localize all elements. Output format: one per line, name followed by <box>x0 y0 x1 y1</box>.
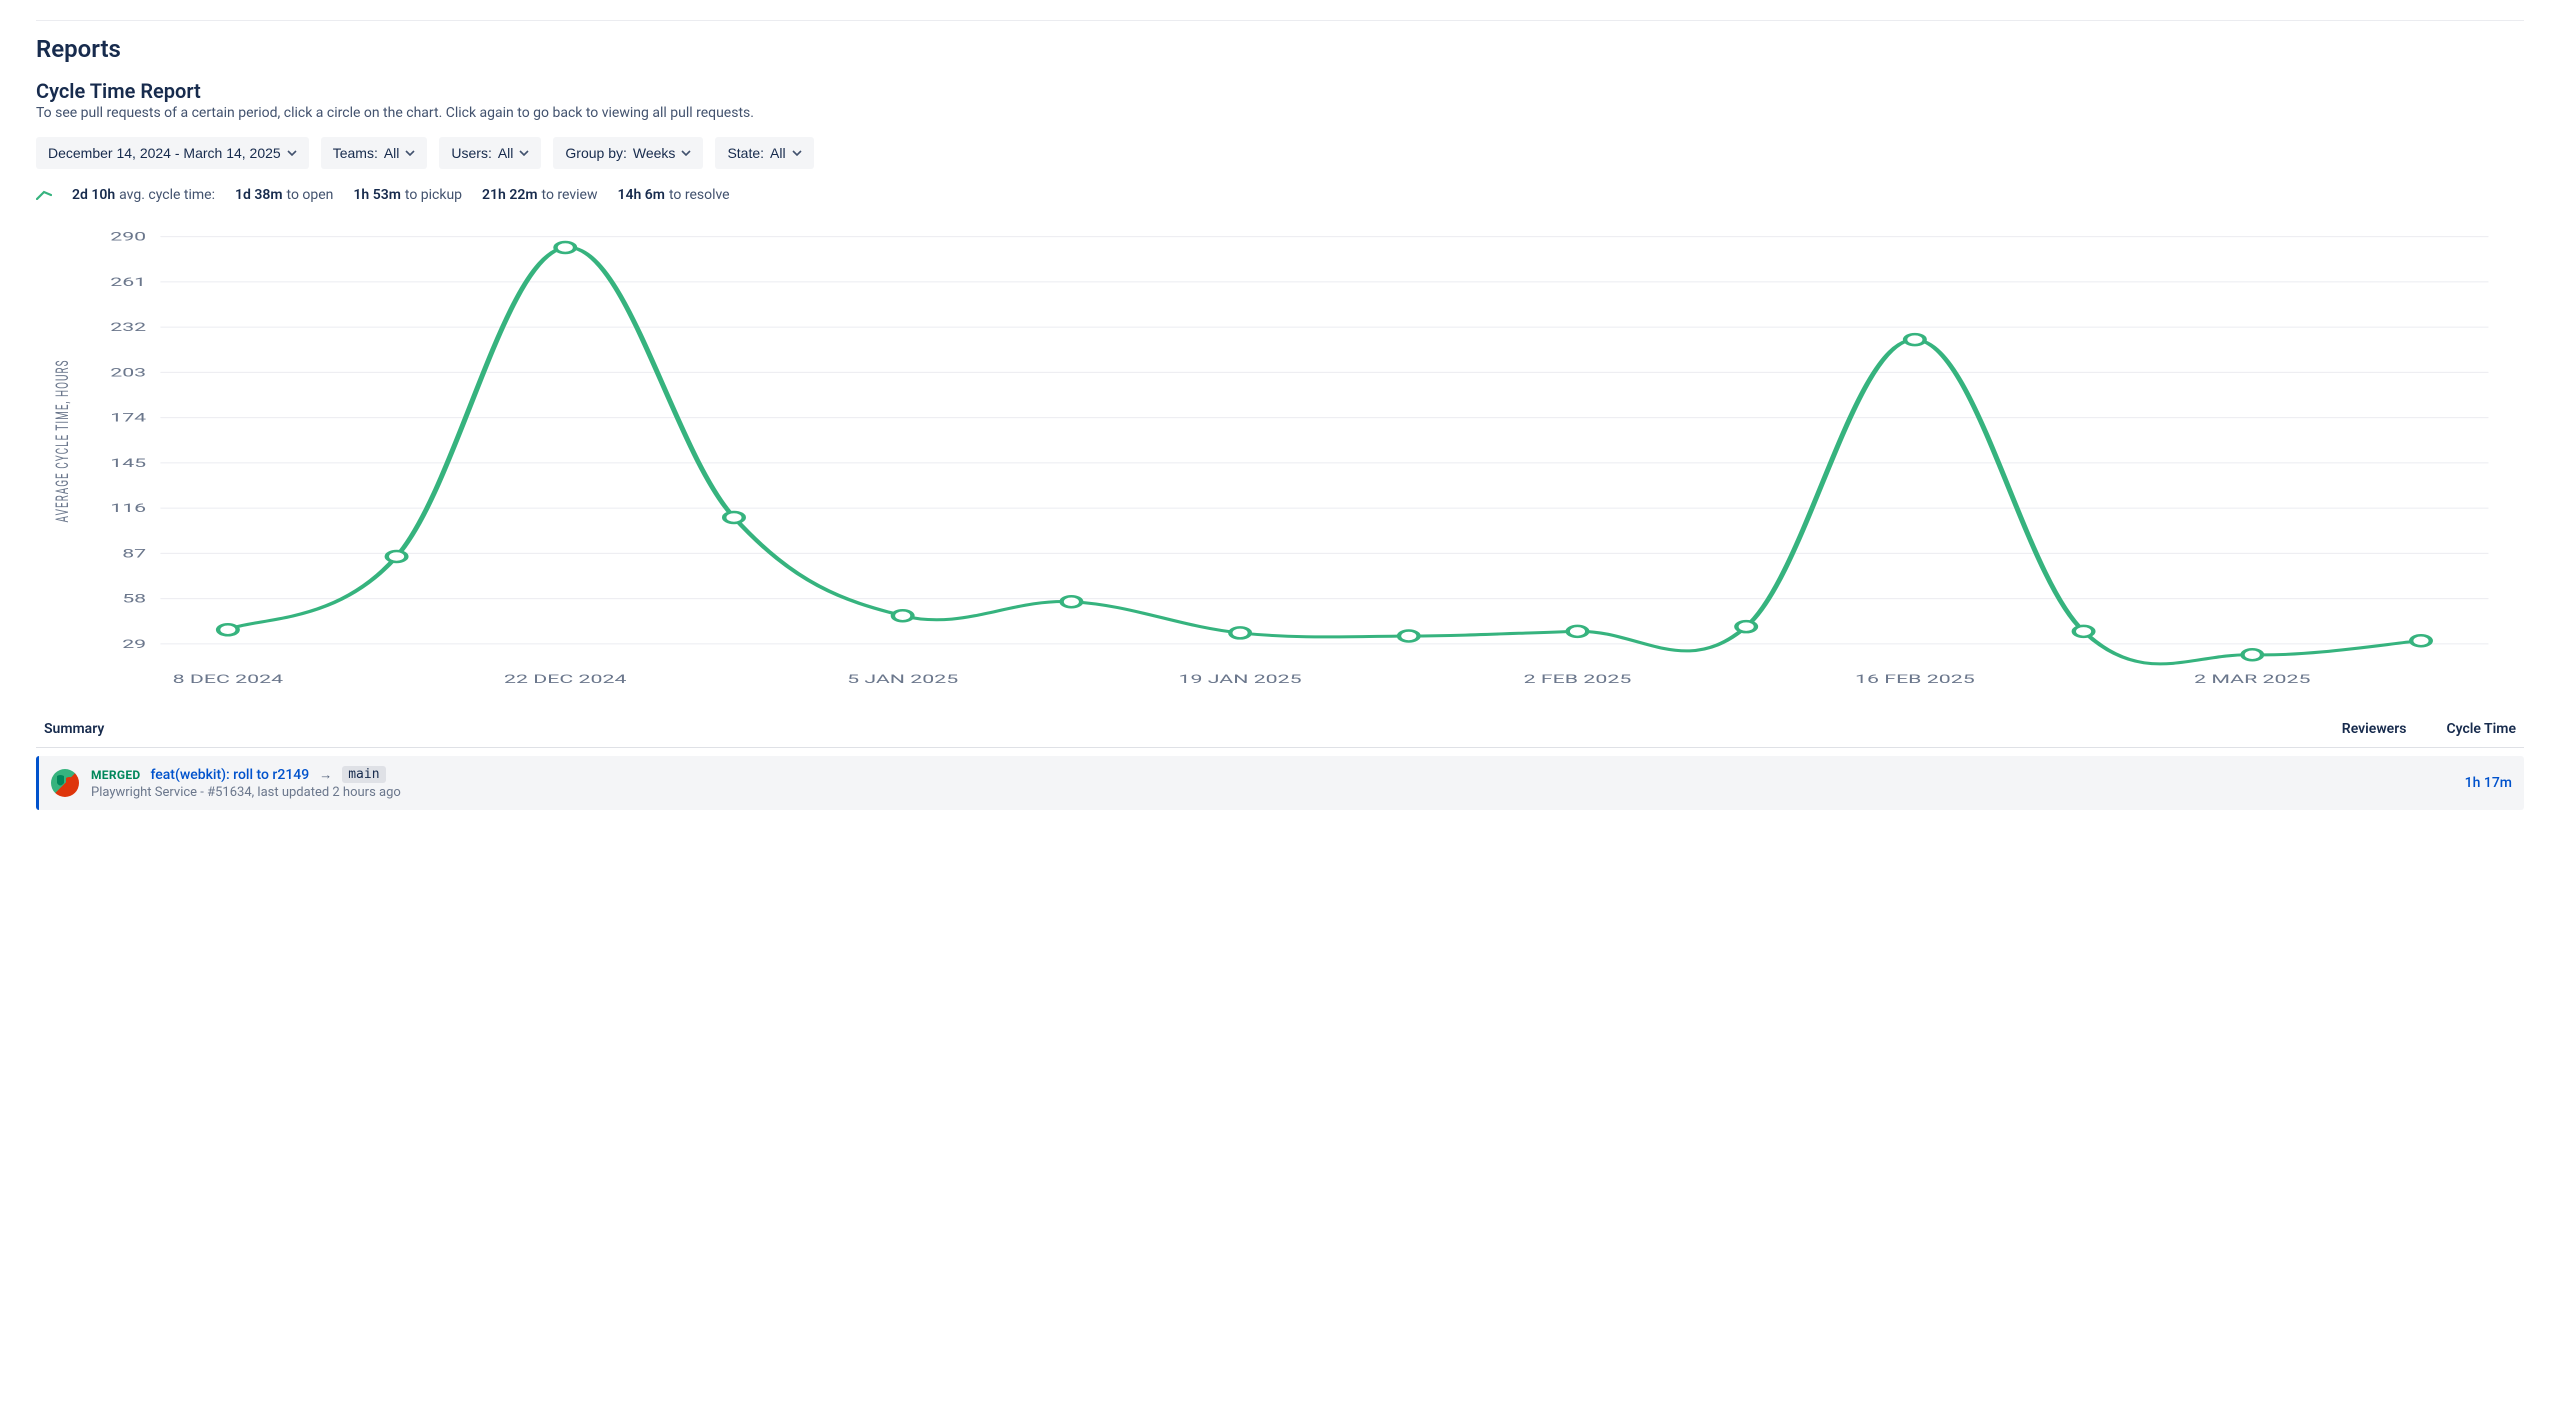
svg-text:58: 58 <box>122 592 146 606</box>
stat-review-value: 21h 22m <box>482 187 537 203</box>
svg-text:22 DEC 2024: 22 DEC 2024 <box>504 673 627 687</box>
report-subtitle: To see pull requests of a certain period… <box>36 105 2524 121</box>
date-range-value: December 14, 2024 - March 14, 2025 <box>48 145 281 161</box>
svg-text:8 DEC 2024: 8 DEC 2024 <box>173 673 284 687</box>
stat-open-label: to open <box>287 187 334 203</box>
teams-filter[interactable]: Teams: All <box>321 137 428 169</box>
teams-value: All <box>384 145 400 161</box>
users-label: Users: <box>451 145 491 161</box>
pr-title-link[interactable]: feat(webkit): roll to r2149 <box>150 767 309 783</box>
state-label: State: <box>727 145 764 161</box>
stat-avg-label: avg. cycle time: <box>119 187 215 203</box>
trend-up-icon <box>36 190 52 200</box>
col-cycle-time: Cycle Time <box>2446 721 2516 737</box>
teams-label: Teams: <box>333 145 378 161</box>
status-badge: MERGED <box>91 768 140 782</box>
chart-data-point[interactable] <box>1905 334 1925 345</box>
svg-text:29: 29 <box>122 637 146 651</box>
chevron-down-icon <box>405 150 415 156</box>
branch-chip: main <box>342 766 385 783</box>
svg-text:261: 261 <box>110 275 146 289</box>
stat-pickup: 1h 53m to pickup <box>353 187 462 203</box>
stats-row: 2d 10h avg. cycle time: 1d 38m to open 1… <box>36 187 2524 203</box>
stat-pickup-label: to pickup <box>405 187 462 203</box>
chart-data-point[interactable] <box>1230 627 1250 638</box>
svg-text:2 MAR 2025: 2 MAR 2025 <box>2194 673 2311 687</box>
stat-resolve-value: 14h 6m <box>617 187 664 203</box>
chevron-down-icon <box>792 150 802 156</box>
users-value: All <box>498 145 514 161</box>
date-range-filter[interactable]: December 14, 2024 - March 14, 2025 <box>36 137 309 169</box>
chart-data-point[interactable] <box>2411 635 2431 646</box>
svg-text:290: 290 <box>110 230 146 244</box>
chart-data-point[interactable] <box>2074 626 2094 637</box>
chevron-down-icon <box>681 150 691 156</box>
arrow-right-icon: → <box>319 767 332 783</box>
svg-text:203: 203 <box>110 366 146 380</box>
stat-avg-value: 2d 10h <box>72 187 115 203</box>
table-header: Summary Reviewers Cycle Time <box>36 711 2524 748</box>
group-by-filter[interactable]: Group by: Weeks <box>553 137 703 169</box>
stat-pickup-value: 1h 53m <box>353 187 400 203</box>
report-title: Cycle Time Report <box>36 79 2524 103</box>
page-title: Reports <box>36 35 2524 63</box>
cycle-time-cell: 1h 17m <box>2442 775 2512 791</box>
chart-data-point[interactable] <box>1736 621 1756 632</box>
chart-data-point[interactable] <box>1399 631 1419 642</box>
stat-review-label: to review <box>542 187 598 203</box>
svg-text:232: 232 <box>110 321 146 335</box>
stat-resolve: 14h 6m to resolve <box>617 187 729 203</box>
chevron-down-icon <box>519 150 529 156</box>
stat-open: 1d 38m to open <box>235 187 333 203</box>
col-reviewers: Reviewers <box>2342 721 2407 737</box>
group-by-value: Weeks <box>633 145 676 161</box>
svg-text:87: 87 <box>122 547 146 561</box>
svg-text:2 FEB 2025: 2 FEB 2025 <box>1524 673 1632 687</box>
chart-data-point[interactable] <box>1568 626 1588 637</box>
svg-text:116: 116 <box>110 502 146 516</box>
svg-text:AVERAGE CYCLE TIME, HOURS: AVERAGE CYCLE TIME, HOURS <box>52 359 73 522</box>
group-by-label: Group by: <box>565 145 626 161</box>
svg-text:174: 174 <box>110 411 146 425</box>
svg-text:145: 145 <box>110 456 146 470</box>
state-filter[interactable]: State: All <box>715 137 813 169</box>
col-summary: Summary <box>44 721 104 737</box>
stat-open-value: 1d 38m <box>235 187 283 203</box>
chart-data-point[interactable] <box>724 512 744 523</box>
stat-resolve-label: to resolve <box>669 187 730 203</box>
chart-data-point[interactable] <box>1062 596 1082 607</box>
chart-data-point[interactable] <box>893 610 913 621</box>
stat-review: 21h 22m to review <box>482 187 597 203</box>
chevron-down-icon <box>287 150 297 156</box>
svg-text:5 JAN 2025: 5 JAN 2025 <box>847 673 958 687</box>
pr-subtext: Playwright Service - #51634, last update… <box>91 785 2362 800</box>
chart-data-point[interactable] <box>2243 649 2263 660</box>
chart-data-point[interactable] <box>556 242 576 253</box>
svg-text:19 JAN 2025: 19 JAN 2025 <box>1179 673 1302 687</box>
pr-main: MERGED feat(webkit): roll to r2149 → mai… <box>91 766 2362 800</box>
cycle-time-chart[interactable]: 29 58 87 116 145 174 203 232 261 290 8 DEC 2024 22 … <box>36 211 2524 711</box>
chart-data-point[interactable] <box>387 551 407 562</box>
avatar <box>51 769 79 797</box>
masks-icon <box>55 774 75 792</box>
table-row[interactable]: MERGED feat(webkit): roll to r2149 → mai… <box>36 756 2524 810</box>
users-filter[interactable]: Users: All <box>439 137 541 169</box>
chart-data-point[interactable] <box>218 624 238 635</box>
svg-text:16 FEB 2025: 16 FEB 2025 <box>1855 673 1975 687</box>
filters-row: December 14, 2024 - March 14, 2025 Teams… <box>36 137 2524 169</box>
stat-avg: 2d 10h avg. cycle time: <box>72 187 215 203</box>
state-value: All <box>770 145 786 161</box>
